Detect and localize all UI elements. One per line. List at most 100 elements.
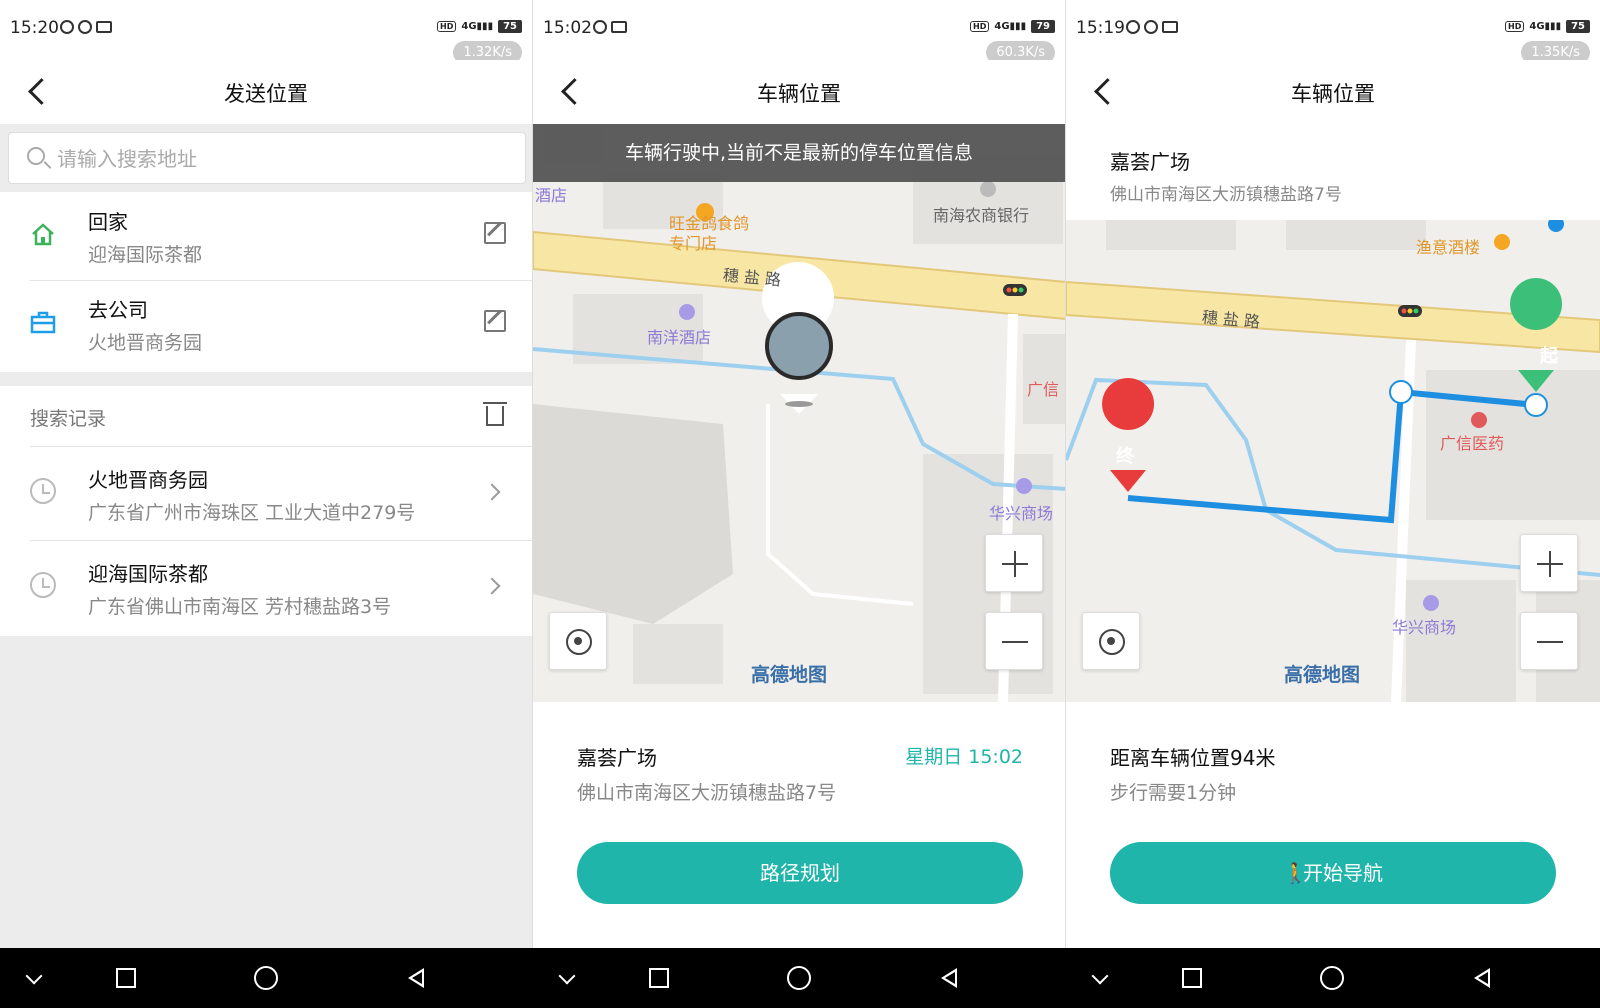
history-item[interactable]: 迎海国际茶都 广东省佛山市南海区 芳村穗盐路3号 [0, 540, 532, 634]
start-navigation-button[interactable]: 🚶开始导航 [1110, 842, 1556, 904]
recents-icon[interactable] [116, 968, 136, 988]
hide-nav-icon[interactable] [555, 966, 579, 990]
home-button-icon[interactable] [1320, 966, 1344, 990]
locate-button[interactable] [549, 612, 607, 670]
edit-icon[interactable] [484, 310, 506, 332]
status-time: 15:02 [543, 18, 592, 38]
start-navigation-label: 开始导航 [1303, 861, 1383, 885]
quick-item-label: 去公司 [88, 298, 148, 322]
search-box[interactable] [8, 132, 526, 184]
nav-bar: 车辆位置 [533, 60, 1065, 124]
vehicle-navigation-screen: 15:19 HD 4G▮▮▮ 75 1.35K/s 车辆位置 嘉荟广场 佛山市南海区… [1066, 0, 1600, 948]
signal-icon: 4G▮▮▮ [994, 21, 1027, 32]
driving-banner: 车辆行驶中,当前不是最新的停车位置信息 [533, 124, 1065, 182]
quick-item-label: 回家 [88, 210, 128, 234]
quick-item-address: 迎海国际茶都 [88, 244, 203, 266]
briefcase-icon [30, 311, 56, 334]
hd-icon: HD [1505, 21, 1525, 32]
battery-level: 79 [1031, 20, 1055, 33]
nav-group [0, 948, 533, 1008]
history-item-name: 火地晋商务园 [88, 468, 208, 492]
system-status: HD 4G▮▮▮ 79 [970, 20, 1055, 33]
place-time: 星期日 15:02 [905, 746, 1023, 768]
signal-icon: 4G▮▮▮ [1529, 21, 1562, 32]
map-view[interactable]: 起 终 渔意酒楼 穗 盐 路 广信医药 华兴商场 高德地图 [1066, 220, 1600, 702]
map-label-pharmacy: 广信医药 [1440, 434, 1505, 453]
image-icon [611, 21, 627, 33]
hd-icon: HD [970, 21, 990, 32]
battery-level: 75 [1566, 20, 1590, 33]
message-icon [78, 20, 92, 34]
chevron-right-icon [483, 577, 501, 595]
map-label-mall: 华兴商场 [989, 504, 1054, 523]
status-time: 15:19 [1076, 18, 1125, 38]
map-view[interactable]: 酒店 旺金鸽食鸽专门店 南海农商银行 穗 盐 路 南洋酒店 广信 华兴商场 高德… [533, 124, 1065, 702]
chevron-right-icon [483, 483, 501, 501]
home-button-icon[interactable] [254, 966, 278, 990]
map-label-road: 穗 盐 路 [722, 265, 782, 290]
search-icon [27, 147, 45, 165]
page-title: 发送位置 [224, 82, 308, 106]
history-item[interactable]: 火地晋商务园 广东省广州市海珠区 工业大道中279号 [0, 446, 532, 540]
map-label-restaurant: 旺金鸽食鸽专门店 [669, 214, 750, 253]
recents-icon[interactable] [649, 968, 669, 988]
search-input[interactable] [57, 143, 497, 175]
alarm-icon [593, 20, 607, 34]
zoom-out-button[interactable] [985, 612, 1043, 670]
battery-level: 75 [498, 20, 522, 33]
clock-icon [30, 572, 56, 598]
map-label-bank: 南海农商银行 [933, 206, 1030, 225]
status-time: 15:20 [10, 18, 59, 38]
nav-group [533, 948, 1066, 1008]
home-button-icon[interactable] [787, 966, 811, 990]
system-status: HD 4G▮▮▮ 75 [437, 20, 522, 33]
quick-item-home[interactable]: 回家 迎海国际茶都 [0, 192, 532, 280]
status-bar: 15:19 HD 4G▮▮▮ 75 1.35K/s [1066, 0, 1600, 64]
zoom-in-button[interactable] [1520, 534, 1578, 592]
map-label-hotel: 酒店 [535, 186, 568, 205]
place-address: 佛山市南海区大沥镇穗盐路7号 [1110, 185, 1342, 205]
map-label-road: 穗 盐 路 [1201, 307, 1261, 332]
walk-icon: 🚶 [1283, 861, 1308, 885]
home-icon [32, 223, 54, 246]
map-label-hotel-2: 南洋酒店 [647, 328, 712, 347]
place-name: 嘉荟广场 [1110, 150, 1190, 174]
map-label-mall: 华兴商场 [1392, 618, 1457, 637]
alarm-icon [60, 20, 74, 34]
hide-nav-icon[interactable] [22, 966, 46, 990]
quick-item-address: 火地晋商务园 [88, 332, 203, 354]
place-address: 佛山市南海区大沥镇穗盐路7号 [577, 782, 837, 804]
history-item-address: 广东省佛山市南海区 芳村穗盐路3号 [88, 596, 392, 618]
quick-item-work[interactable]: 去公司 火地晋商务园 [0, 280, 532, 368]
send-location-screen: 15:20 HD4G▮▮▮75 1.32K/s 发送位置 回家 迎海国际茶都 去 [0, 0, 533, 948]
history-item-name: 迎海国际茶都 [88, 562, 208, 586]
system-status: HD 4G▮▮▮ 75 [1505, 20, 1590, 33]
map-logo: 高德地图 [751, 664, 828, 686]
start-marker-label: 起 [1540, 346, 1558, 367]
history-title: 搜索记录 [30, 408, 107, 430]
vehicle-location-screen: 15:02 HD 4G▮▮▮ 79 60.3K/s 车辆位置 酒店 旺金鸽食鸽专… [533, 0, 1066, 948]
alarm-icon [1126, 20, 1140, 34]
locate-button[interactable] [1082, 612, 1140, 670]
recents-icon[interactable] [1182, 968, 1202, 988]
back-nav-icon[interactable] [404, 966, 428, 990]
hd-icon: HD [437, 21, 457, 32]
history-item-address: 广东省广州市海珠区 工业大道中279号 [88, 502, 416, 524]
hide-nav-icon[interactable] [1088, 966, 1112, 990]
zoom-in-button[interactable] [985, 534, 1043, 592]
nav-group [1066, 948, 1599, 1008]
status-bar: 15:02 HD 4G▮▮▮ 79 60.3K/s [533, 0, 1065, 64]
search-history: 搜索记录 火地晋商务园 广东省广州市海珠区 工业大道中279号 迎海国际茶都 广… [0, 386, 532, 636]
back-nav-icon[interactable] [1470, 966, 1494, 990]
trash-icon[interactable] [483, 402, 507, 426]
route-planning-button[interactable]: 路径规划 [577, 842, 1023, 904]
clock-icon [30, 478, 56, 504]
edit-icon[interactable] [484, 222, 506, 244]
map-label-guangxin: 广信 [1027, 380, 1060, 399]
back-nav-icon[interactable] [937, 966, 961, 990]
zoom-out-button[interactable] [1520, 612, 1578, 670]
end-marker-label: 终 [1116, 446, 1134, 467]
map-label-bar: 渔意酒楼 [1416, 238, 1481, 257]
place-name: 嘉荟广场 [577, 746, 657, 770]
status-bar: 15:20 HD 4G▮▮▮ 75 1.32K/s [0, 0, 532, 64]
